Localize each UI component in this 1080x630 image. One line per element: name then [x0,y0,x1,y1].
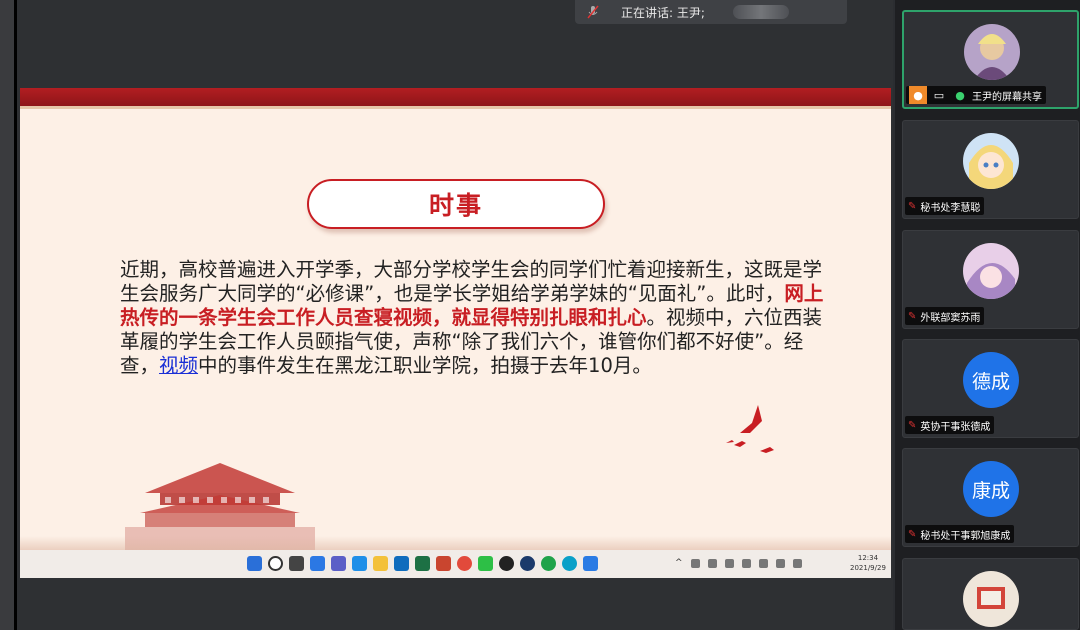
slide-paragraph: 近期，高校普遍进入开学季，大部分学校学生会的同学们忙着迎接新生，这既是学生会服务… [120,258,824,377]
steam-icon[interactable] [520,556,535,571]
mic-muted-icon: ✎ [908,528,917,540]
video-link[interactable]: 视频 [159,354,198,377]
speaking-indicator: 正在讲话: 王尹; [575,0,847,24]
avatar [963,243,1019,299]
mail-icon[interactable] [394,556,409,571]
avatar: 康成 [963,461,1019,517]
participant-name-tag: ✎ 外联部窦苏雨 [905,307,985,325]
chat-icon[interactable] [331,556,346,571]
chrome-icon[interactable] [457,556,472,571]
windows-taskbar: ^ 12:34 2021/9/29 [20,550,891,578]
participant-tile[interactable]: ✎ 外联部窦苏雨 [902,230,1079,329]
qq-icon[interactable] [499,556,514,571]
participant-name-tag: ✎ 秘书处干事郭旭康成 [905,525,1015,543]
mic-muted-icon: ✎ [908,419,917,431]
widgets-icon[interactable] [310,556,325,571]
avatar [963,571,1019,627]
wechat-icon[interactable] [478,556,493,571]
system-tray: ^ [675,558,802,568]
powerpoint-icon[interactable] [436,556,451,571]
store-icon[interactable] [352,556,367,571]
chevron-up-icon[interactable]: ^ [675,558,683,568]
avatar [963,133,1019,189]
screen-share-icon: ▭ [933,88,945,102]
participant-tile[interactable]: 德成 ✎ 英协干事张德成 [902,339,1079,438]
speaking-label: 正在讲话: 王尹; [621,5,705,20]
avatar [964,24,1020,80]
avatar: 德成 [963,352,1019,408]
browser-icon[interactable] [562,556,577,571]
user-icon: ● [909,86,927,104]
participant-tile[interactable]: 康成 ✎ 秘书处干事郭旭康成 [902,448,1079,547]
microphone-icon: ● [955,88,965,102]
participants-panel: ● ▭ ● 王尹的屏幕共享 ✎ 秘书处李慧聪 ✎ 外联部窦苏雨 德成 ✎ 英协干… [895,0,1080,630]
microphone-icon [585,4,601,20]
participant-tile[interactable] [902,558,1079,630]
participant-tile[interactable]: ● ▭ ● 王尹的屏幕共享 [902,10,1079,109]
slide-title: 时事 [428,191,483,220]
presentation-slide: 时事 近期，高校普遍进入开学季，大部分学校学生会的同学们忙着迎接新生，这既是学生… [20,88,891,578]
folder-icon[interactable] [373,556,388,571]
taskbar-clock[interactable]: 12:34 2021/9/29 [850,553,886,573]
meeting-app-icon[interactable] [583,556,598,571]
participant-name-tag: ● ▭ ● 王尹的屏幕共享 [906,86,1046,104]
slide-title-pill: 时事 [307,179,605,229]
participant-tile[interactable]: ✎ 秘书处李慧聪 [902,120,1079,219]
shared-screen-area: 正在讲话: 王尹; 时事 近期，高校普遍进入开学季，大部分学校学生会的同学们忙着… [0,0,893,630]
excel-icon[interactable] [415,556,430,571]
taskview-icon[interactable] [289,556,304,571]
birds-decoration-icon [726,405,774,453]
app-icon[interactable] [541,556,556,571]
search-icon[interactable] [268,556,283,571]
participant-name-tag: ✎ 秘书处李慧聪 [905,197,985,215]
mic-muted-icon: ✎ [908,310,917,322]
blurred-name [732,5,789,19]
slide-top-bar [20,88,891,106]
start-icon[interactable] [247,556,262,571]
mic-muted-icon: ✎ [908,200,917,212]
participant-name-tag: ✎ 英协干事张德成 [905,416,995,434]
left-edge-strip [0,0,17,630]
